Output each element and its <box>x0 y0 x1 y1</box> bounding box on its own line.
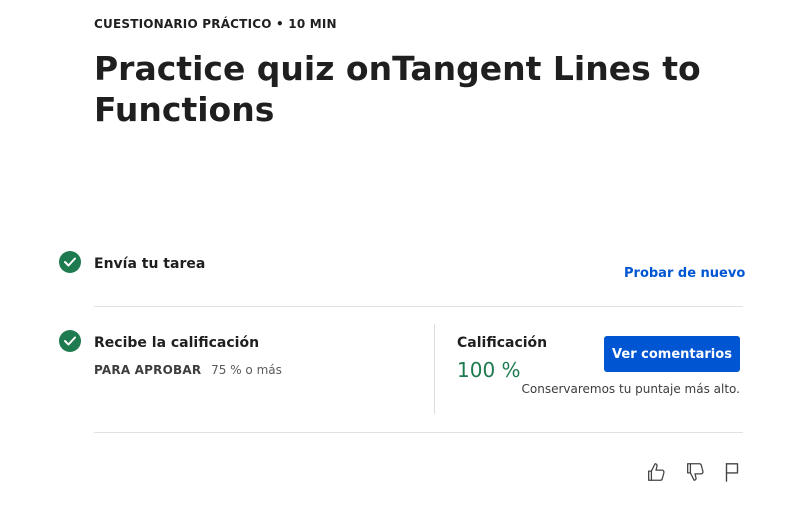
pass-requirement: PARA APROBAR 75 % o más <box>94 363 282 377</box>
quiz-results-page: CUESTIONARIO PRÁCTICO • 10 MIN Practice … <box>0 0 803 509</box>
page-title: Practice quiz onTangent Lines to Functio… <box>94 49 701 129</box>
flag-icon[interactable] <box>720 460 744 484</box>
pass-label: PARA APROBAR <box>94 363 202 377</box>
view-feedback-button[interactable]: Ver comentarios <box>604 336 740 372</box>
grade-label: Calificación <box>457 335 548 351</box>
thumbs-up-icon[interactable] <box>644 460 668 484</box>
thumbs-down-icon[interactable] <box>683 460 707 484</box>
step-grade-label: Recibe la calificación <box>94 335 260 351</box>
retry-link[interactable]: Probar de nuevo <box>624 266 745 281</box>
divider <box>94 306 743 307</box>
quiz-eyebrow: CUESTIONARIO PRÁCTICO • 10 MIN <box>94 17 337 31</box>
vertical-divider <box>434 324 435 414</box>
highest-score-note: Conservaremos tu puntaje más alto. <box>521 382 741 396</box>
pass-value: 75 % o más <box>211 363 282 377</box>
check-circle-icon <box>59 251 81 273</box>
check-circle-icon <box>59 330 81 352</box>
grade-value: 100 % <box>457 358 521 382</box>
step-submit-label: Envía tu tarea <box>94 256 206 272</box>
divider <box>94 432 743 433</box>
